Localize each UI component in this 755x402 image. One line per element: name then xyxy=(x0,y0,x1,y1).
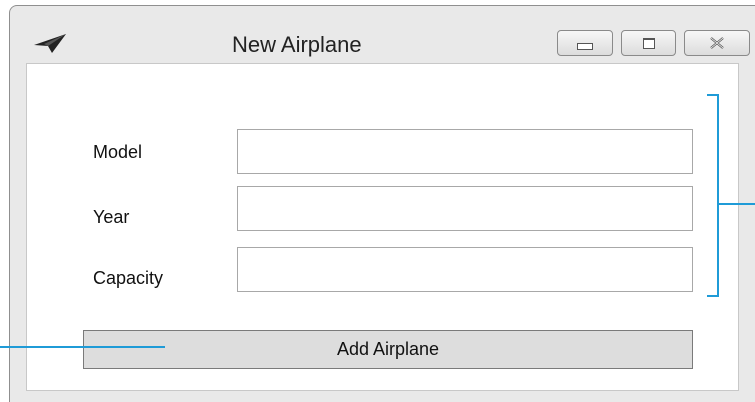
model-field[interactable] xyxy=(237,129,693,174)
capacity-label: Capacity xyxy=(93,268,164,288)
title-bar[interactable]: New Airplane xyxy=(10,6,755,66)
minimize-icon xyxy=(577,42,593,50)
maximize-button[interactable] xyxy=(621,30,676,56)
close-button[interactable] xyxy=(684,30,750,56)
year-label: Year xyxy=(93,207,130,227)
add-airplane-button[interactable]: Add Airplane xyxy=(83,330,693,369)
close-icon xyxy=(710,37,724,49)
form-area: Model Year Capacity Add Airplane xyxy=(26,63,739,391)
maximize-icon xyxy=(642,37,655,49)
screenshot-stage: New Airplane Model Year Capacity Add Air xyxy=(0,0,755,402)
capacity-field[interactable] xyxy=(237,247,693,292)
minimize-button[interactable] xyxy=(557,30,613,56)
model-label: Model xyxy=(93,142,143,162)
paper-plane-icon xyxy=(34,34,66,53)
year-field[interactable] xyxy=(237,186,693,231)
window-title: New Airplane xyxy=(232,32,362,57)
app-window: New Airplane Model Year Capacity Add Air xyxy=(9,5,755,402)
